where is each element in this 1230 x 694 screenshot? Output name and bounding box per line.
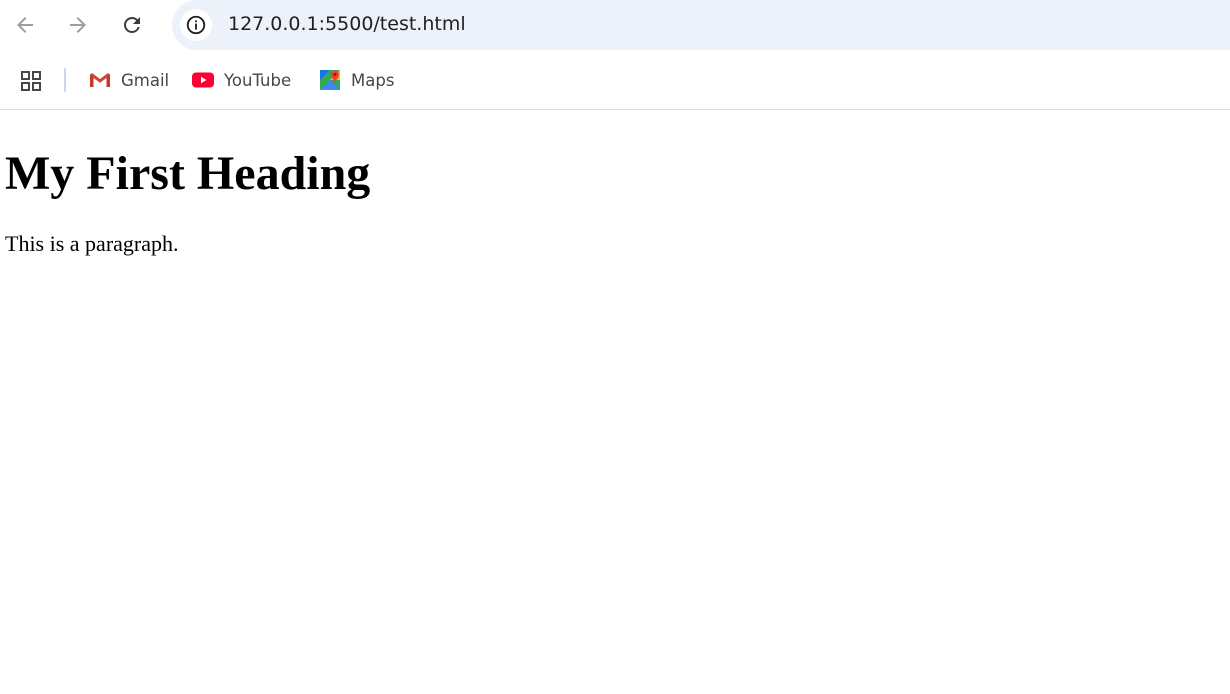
site-info-button[interactable] bbox=[180, 9, 212, 41]
bookmark-label: YouTube bbox=[224, 70, 292, 90]
bookmarks-divider bbox=[64, 68, 66, 92]
bookmarks-bar: Gmail YouTube Maps bbox=[0, 50, 1230, 110]
back-button[interactable] bbox=[5, 5, 45, 45]
info-icon bbox=[186, 15, 206, 35]
reload-button[interactable] bbox=[112, 5, 152, 45]
page-heading: My First Heading bbox=[5, 147, 371, 200]
apps-grid-icon bbox=[21, 71, 41, 91]
browser-toolbar: 127.0.0.1:5500/test.html bbox=[0, 0, 1230, 50]
url-text[interactable]: 127.0.0.1:5500/test.html bbox=[228, 13, 466, 35]
maps-icon bbox=[318, 68, 342, 92]
youtube-icon bbox=[191, 68, 215, 92]
arrow-left-icon bbox=[17, 17, 33, 33]
bookmark-label: Gmail bbox=[121, 70, 170, 90]
page-content: My First Heading This is a paragraph. bbox=[0, 111, 1230, 694]
arrow-right-icon bbox=[70, 17, 86, 33]
address-bar[interactable]: 127.0.0.1:5500/test.html bbox=[172, 0, 1230, 50]
apps-button[interactable] bbox=[17, 67, 45, 95]
bookmark-maps[interactable]: Maps bbox=[318, 66, 394, 94]
bookmark-label: Maps bbox=[351, 70, 395, 90]
forward-button[interactable] bbox=[58, 5, 98, 45]
reload-icon bbox=[124, 17, 140, 33]
gmail-icon bbox=[88, 68, 112, 92]
bookmark-gmail[interactable]: Gmail bbox=[88, 66, 169, 94]
page-paragraph: This is a paragraph. bbox=[5, 231, 179, 256]
bookmark-youtube[interactable]: YouTube bbox=[191, 66, 291, 94]
